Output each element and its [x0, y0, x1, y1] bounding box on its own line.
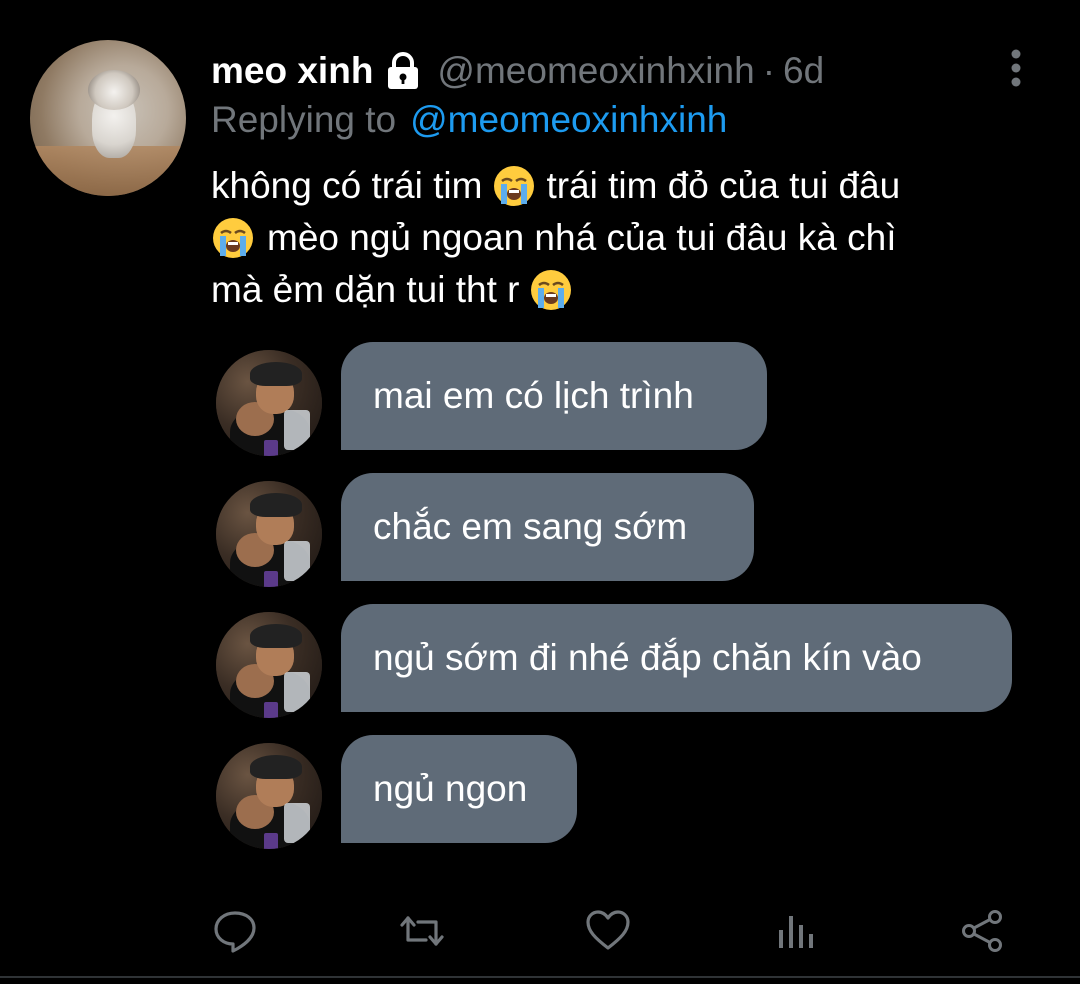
author-avatar[interactable]: [30, 40, 186, 196]
chat-avatar: [216, 481, 322, 587]
chat-bubble: ngủ ngon: [341, 735, 577, 843]
tweet-text-line: mèo ngủ ngoan nhá của tui đâu kà chì: [211, 212, 1031, 264]
chat-bubble: ngủ sớm đi nhé đắp chăn kín vào: [341, 604, 1012, 712]
chat-message-row: ngủ sớm đi nhé đắp chăn kín vào: [212, 604, 1032, 718]
tweet-text: không có trái tim trái tim đỏ của tui đâ…: [211, 160, 1031, 316]
tweet-age[interactable]: 6d: [783, 50, 824, 92]
author-handle[interactable]: @meomeoxinhxinh: [437, 50, 754, 92]
retweet-icon[interactable]: [399, 908, 445, 954]
divider: [0, 976, 1080, 978]
lock-icon: [388, 52, 419, 89]
replying-to: Replying to @meomeoxinhxinh: [211, 96, 727, 144]
chat-message-row: chắc em sang sớm: [212, 473, 1032, 587]
crying-emoji-icon: [213, 218, 253, 258]
tweet-text-line: không có trái tim trái tim đỏ của tui đâ…: [211, 160, 1031, 212]
chat-bubble: mai em có lịch trình: [341, 342, 767, 450]
chat-avatar: [216, 743, 322, 849]
chat-avatar: [216, 612, 322, 718]
replying-to-label: Replying to: [211, 99, 397, 140]
replying-to-handle[interactable]: @meomeoxinhxinh: [410, 99, 727, 141]
crying-emoji-icon: [494, 166, 535, 206]
share-icon[interactable]: [960, 908, 1006, 954]
tweet-text-segment: trái tim đỏ của tui đâu: [546, 165, 901, 206]
display-name[interactable]: meo xinh: [211, 50, 373, 92]
tweet-text-segment: mèo ngủ ngoan nhá của tui đâu kà chì: [267, 217, 897, 258]
chat-bubble: chắc em sang sớm: [341, 473, 754, 581]
tweet-header: meo xinh @meomeoxinhxinh · 6d: [211, 46, 824, 96]
tweet-text-line: mà ẻm dặn tui tht r: [211, 264, 1031, 316]
more-options-icon[interactable]: [1001, 48, 1031, 88]
chat-screenshot-image[interactable]: mai em có lịch trình chắc em sang sớm ng…: [212, 340, 1032, 850]
analytics-icon[interactable]: [773, 908, 819, 954]
chat-avatar: [216, 350, 322, 456]
tweet-text-segment: không có trái tim: [211, 165, 483, 206]
tweet-text-segment: mà ẻm dặn tui tht r: [211, 269, 520, 310]
chat-message-row: ngủ ngon: [212, 735, 1032, 849]
crying-emoji-icon: [531, 270, 572, 310]
action-bar: [0, 900, 1080, 964]
avatar-cat-head: [88, 70, 140, 110]
separator-dot: ·: [762, 50, 776, 91]
tweet: meo xinh @meomeoxinhxinh · 6d Replying t…: [0, 0, 1080, 984]
like-icon[interactable]: [585, 908, 631, 954]
reply-icon[interactable]: [212, 908, 258, 954]
chat-message-row: mai em có lịch trình: [212, 342, 1032, 456]
